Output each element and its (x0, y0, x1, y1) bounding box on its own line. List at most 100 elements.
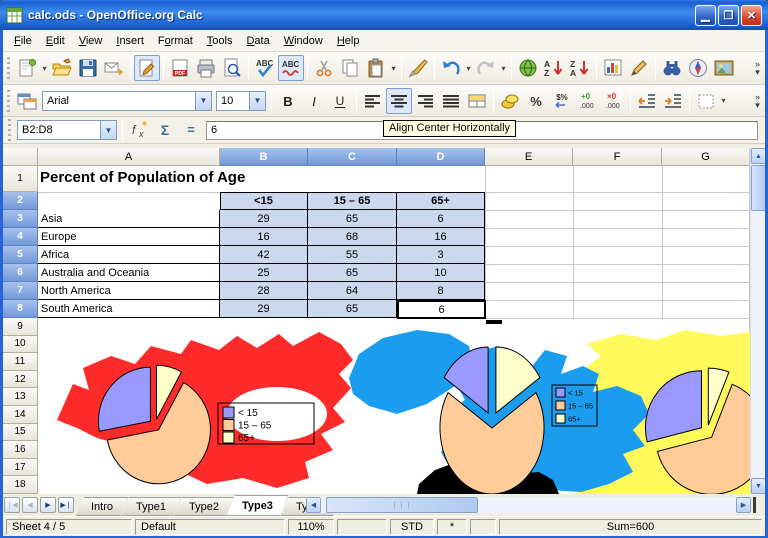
row-header-8[interactable]: 8 (3, 300, 38, 318)
merge-cells-button[interactable] (464, 88, 490, 114)
horizontal-scrollbar[interactable]: ◀ ❘❘❘ ▶ (306, 497, 751, 513)
menu-view[interactable]: View (72, 33, 110, 49)
font-name-combo[interactable]: Arial▼ (42, 91, 212, 111)
row-header-9[interactable]: 9 (3, 318, 38, 336)
sort-descending-button[interactable]: ZA (567, 55, 593, 81)
toolbar-overflow-icon[interactable]: »▾ (752, 58, 763, 78)
chevron-down-icon[interactable]: ▼ (249, 92, 265, 110)
cell-A1-title[interactable]: Percent of Population of Age (40, 169, 440, 189)
cell-value[interactable]: 65 (308, 210, 397, 228)
delete-decimal-button[interactable]: ×0.000 (601, 88, 627, 114)
navigator-button[interactable] (685, 55, 711, 81)
cell-region-Australia-and-Oceania[interactable]: Australia and Oceania (38, 264, 220, 282)
format-paintbrush-button[interactable] (405, 55, 431, 81)
find-replace-button[interactable] (659, 55, 685, 81)
paste-dropdown-icon[interactable]: ▾ (389, 64, 398, 73)
active-cell-D8[interactable]: 6 (397, 300, 486, 319)
sheet-tab-type1[interactable]: Type1 (121, 497, 181, 516)
cell-header-65+[interactable]: 65+ (397, 192, 485, 210)
sheet-tab-intro[interactable]: Intro (76, 497, 128, 516)
status-zoom[interactable]: 110% (288, 519, 334, 535)
standard-format-button[interactable]: $% (549, 88, 575, 114)
column-header-D[interactable]: D (397, 148, 485, 166)
scroll-left-icon[interactable]: ◀ (306, 497, 321, 513)
styles-window-button[interactable] (14, 88, 40, 114)
spellcheck-button[interactable]: ABC (252, 55, 278, 81)
toolbar-grip[interactable] (7, 57, 10, 79)
next-sheet-button[interactable]: ▶ (40, 497, 56, 513)
currency-format-button[interactable] (497, 88, 523, 114)
menu-window[interactable]: Window (277, 33, 330, 49)
row-header-15[interactable]: 15 (3, 424, 38, 442)
cell-header-15 – 65[interactable]: 15 – 65 (308, 192, 397, 210)
justify-button[interactable] (438, 88, 464, 114)
column-header-B[interactable]: B (220, 148, 308, 166)
cell-region-North-America[interactable]: North America (38, 282, 220, 300)
vertical-scroll-thumb[interactable] (751, 165, 765, 211)
undo-button[interactable] (438, 55, 464, 81)
row-header-18[interactable]: 18 (3, 476, 38, 494)
menu-tools[interactable]: Tools (200, 33, 240, 49)
row-header-7[interactable]: 7 (3, 282, 38, 300)
align-center-button[interactable] (386, 88, 412, 114)
cell-value[interactable]: 65 (308, 264, 397, 282)
toolbar-grip[interactable] (7, 90, 10, 112)
row-header-13[interactable]: 13 (3, 388, 38, 406)
row-header-11[interactable]: 11 (3, 353, 38, 371)
toolbar-overflow-icon[interactable]: »▾ (752, 91, 763, 111)
sort-ascending-button[interactable]: AZ (541, 55, 567, 81)
column-header-G[interactable]: G (662, 148, 750, 166)
first-sheet-button[interactable]: ❘◀ (4, 497, 20, 513)
paste-button[interactable] (363, 55, 389, 81)
copy-button[interactable] (337, 55, 363, 81)
bold-button[interactable]: B (275, 88, 301, 114)
row-header-4[interactable]: 4 (3, 228, 38, 246)
function-wizard-button[interactable]: f x (126, 117, 152, 143)
split-handle[interactable] (753, 497, 756, 513)
cell-region-South-America[interactable]: South America (38, 300, 220, 318)
status-sum[interactable]: Sum=600 (499, 519, 762, 535)
cell-value[interactable]: 65 (308, 300, 397, 318)
row-header-2[interactable]: 2 (3, 192, 38, 210)
borders-button[interactable] (693, 88, 719, 114)
email-document-button[interactable] (101, 55, 127, 81)
percent-format-button[interactable]: % (523, 88, 549, 114)
cell-value[interactable]: 10 (397, 264, 485, 282)
print-button[interactable] (193, 55, 219, 81)
equals-button[interactable]: = (178, 117, 204, 143)
scroll-right-icon[interactable]: ▶ (736, 497, 751, 513)
scroll-down-icon[interactable]: ▼ (751, 478, 765, 494)
close-button[interactable]: ✕ (741, 5, 762, 26)
menu-insert[interactable]: Insert (109, 33, 151, 49)
toolbar-grip[interactable] (8, 119, 11, 141)
cell-value[interactable]: 68 (308, 228, 397, 246)
insert-chart-button[interactable] (600, 55, 626, 81)
sum-button[interactable]: Σ (152, 117, 178, 143)
cell-value[interactable]: 28 (220, 282, 308, 300)
cell-value[interactable]: 25 (220, 264, 308, 282)
menu-file[interactable]: File (7, 33, 39, 49)
cell-value[interactable]: 6 (397, 210, 485, 228)
undo-dropdown-icon[interactable]: ▾ (464, 64, 473, 73)
chevron-down-icon[interactable]: ▼ (100, 121, 116, 139)
status-insert-mode[interactable] (337, 519, 387, 535)
decrease-indent-button[interactable] (634, 88, 660, 114)
column-header-F[interactable]: F (573, 148, 662, 166)
italic-button[interactable]: I (301, 88, 327, 114)
cell-value[interactable]: 29 (220, 210, 308, 228)
maximize-button[interactable]: ❐ (718, 5, 739, 26)
cell-value[interactable]: 55 (308, 246, 397, 264)
new-document-dropdown-icon[interactable]: ▾ (40, 64, 49, 73)
menu-edit[interactable]: Edit (39, 33, 72, 49)
underline-button[interactable]: U (327, 88, 353, 114)
open-button[interactable] (49, 55, 75, 81)
cell-value[interactable]: 29 (220, 300, 308, 318)
align-right-button[interactable] (412, 88, 438, 114)
status-page-style[interactable]: Default (135, 519, 285, 535)
save-button[interactable] (75, 55, 101, 81)
sheet-tab-type3[interactable]: Type3 (227, 495, 288, 516)
auto-spellcheck-button[interactable]: ABC (278, 55, 304, 81)
status-selection-mode[interactable]: STD (390, 519, 434, 535)
column-header-E[interactable]: E (485, 148, 573, 166)
name-box[interactable]: B2:D8 ▼ (17, 120, 117, 140)
